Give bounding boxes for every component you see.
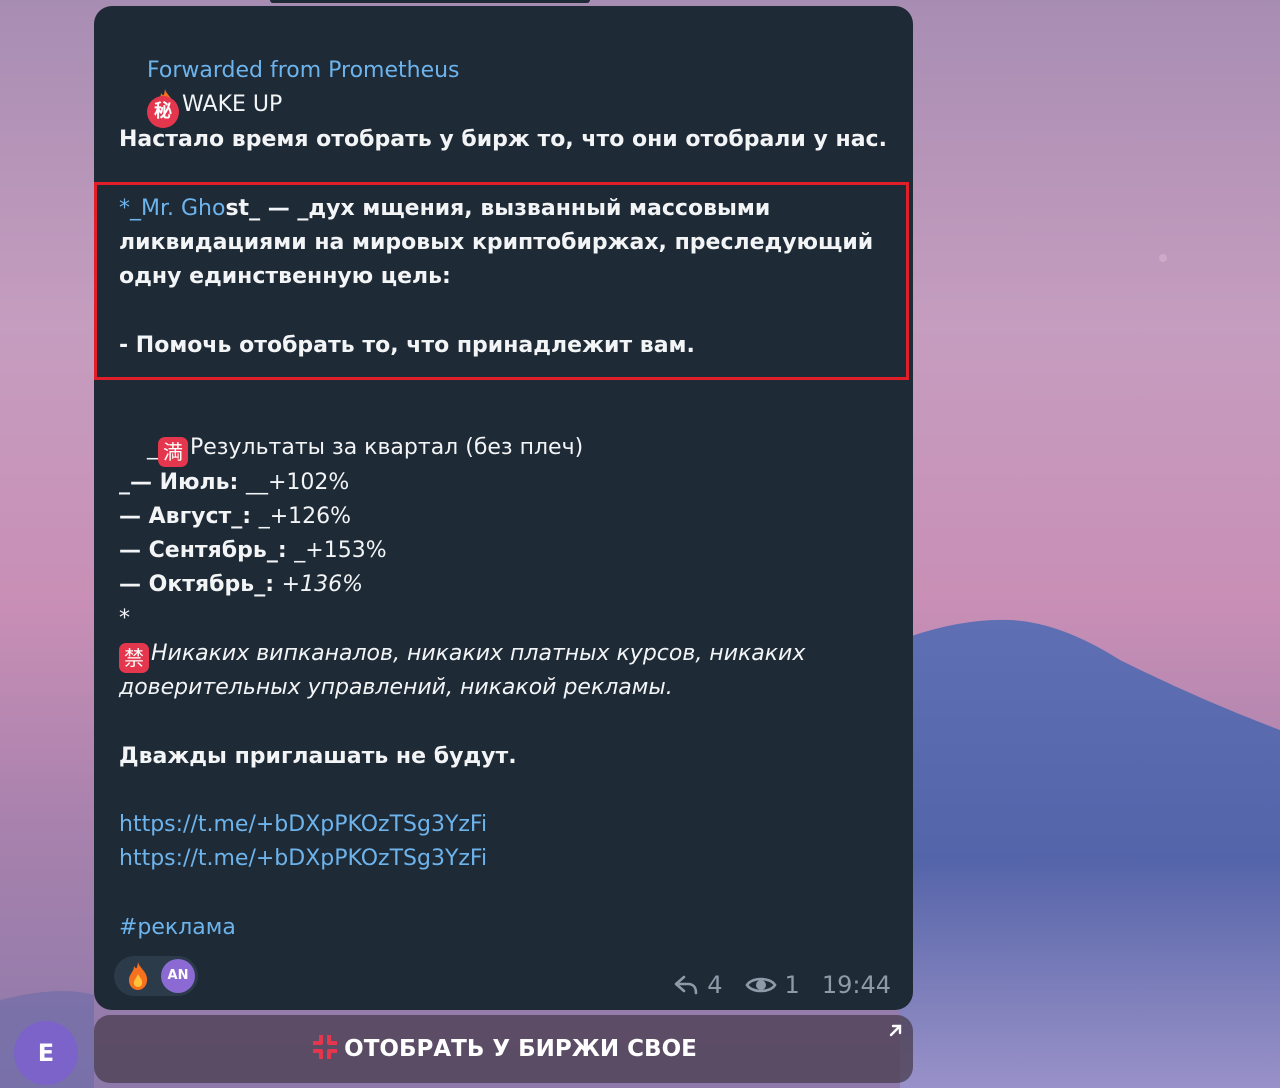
- inline-url-button[interactable]: ОТОБРАТЬ У БИРЖИ СВОЕ: [94, 1015, 913, 1083]
- message-bubble: Forwarded from Prometheus 秘 WAKE UP Наста…: [94, 6, 913, 1010]
- anger-icon: [313, 1035, 338, 1059]
- month-row-1: _— Июль: __+102%: [119, 470, 350, 495]
- month-row-4: — Октябрь_: +136%: [119, 572, 363, 597]
- ban-line-2: доверительных управлений, никакой реклам…: [119, 675, 673, 700]
- hashtag-link[interactable]: #реклама: [119, 911, 236, 945]
- external-link-icon: [889, 1024, 902, 1037]
- invite-text: Дважды приглашать не будут.: [119, 744, 517, 769]
- intro-text: Настало время отобрать у бирж то, что он…: [119, 127, 887, 152]
- replies-count: 4: [707, 971, 723, 999]
- ghost-line-3: одну единственную цель:: [119, 264, 451, 289]
- eye-icon: [745, 977, 777, 993]
- reaction-user-avatar: AN: [161, 959, 195, 993]
- message-meta: 4 1 19:44: [673, 971, 891, 999]
- month-row-3: — Сентябрь_: _+153%: [119, 538, 387, 563]
- ghost-line-2: ликвидациями на мировых криптобиржах, пр…: [119, 230, 874, 255]
- month-row-2: — Август_: _+126%: [119, 504, 352, 529]
- wake-up-text: WAKE UP: [181, 92, 283, 117]
- reply-arrow-icon[interactable]: [673, 974, 699, 996]
- ghost-line-1: *_Mr. Ghost_ — _дух мщения, вызванный ма…: [119, 196, 771, 221]
- asterisk-line: *: [119, 606, 130, 631]
- reaction-chip[interactable]: AN: [114, 956, 198, 996]
- invite-link-2[interactable]: https://t.me/+bDXpPKOzTSg3YzFi: [119, 842, 487, 876]
- inline-button-label: ОТОБРАТЬ У БИРЖИ СВОЕ: [344, 1036, 697, 1062]
- goal-text: - Помочь отобрать то, что принадлежит ва…: [119, 333, 695, 358]
- sender-avatar[interactable]: E: [14, 1021, 78, 1085]
- message-time: 19:44: [821, 971, 891, 999]
- invite-link-1[interactable]: https://t.me/+bDXpPKOzTSg3YzFi: [119, 808, 487, 842]
- fire-icon: [129, 962, 148, 990]
- ghost-name-link[interactable]: *_Mr. Gho: [119, 196, 225, 221]
- views-count: 1: [784, 971, 800, 999]
- previous-message-edge: [270, 0, 590, 3]
- ban-line-1: 禁 Никаких випканалов, никаких платных кур…: [119, 637, 805, 673]
- full-emoji-icon: 満: [157, 437, 188, 467]
- prohibited-emoji-icon: 禁: [119, 643, 149, 673]
